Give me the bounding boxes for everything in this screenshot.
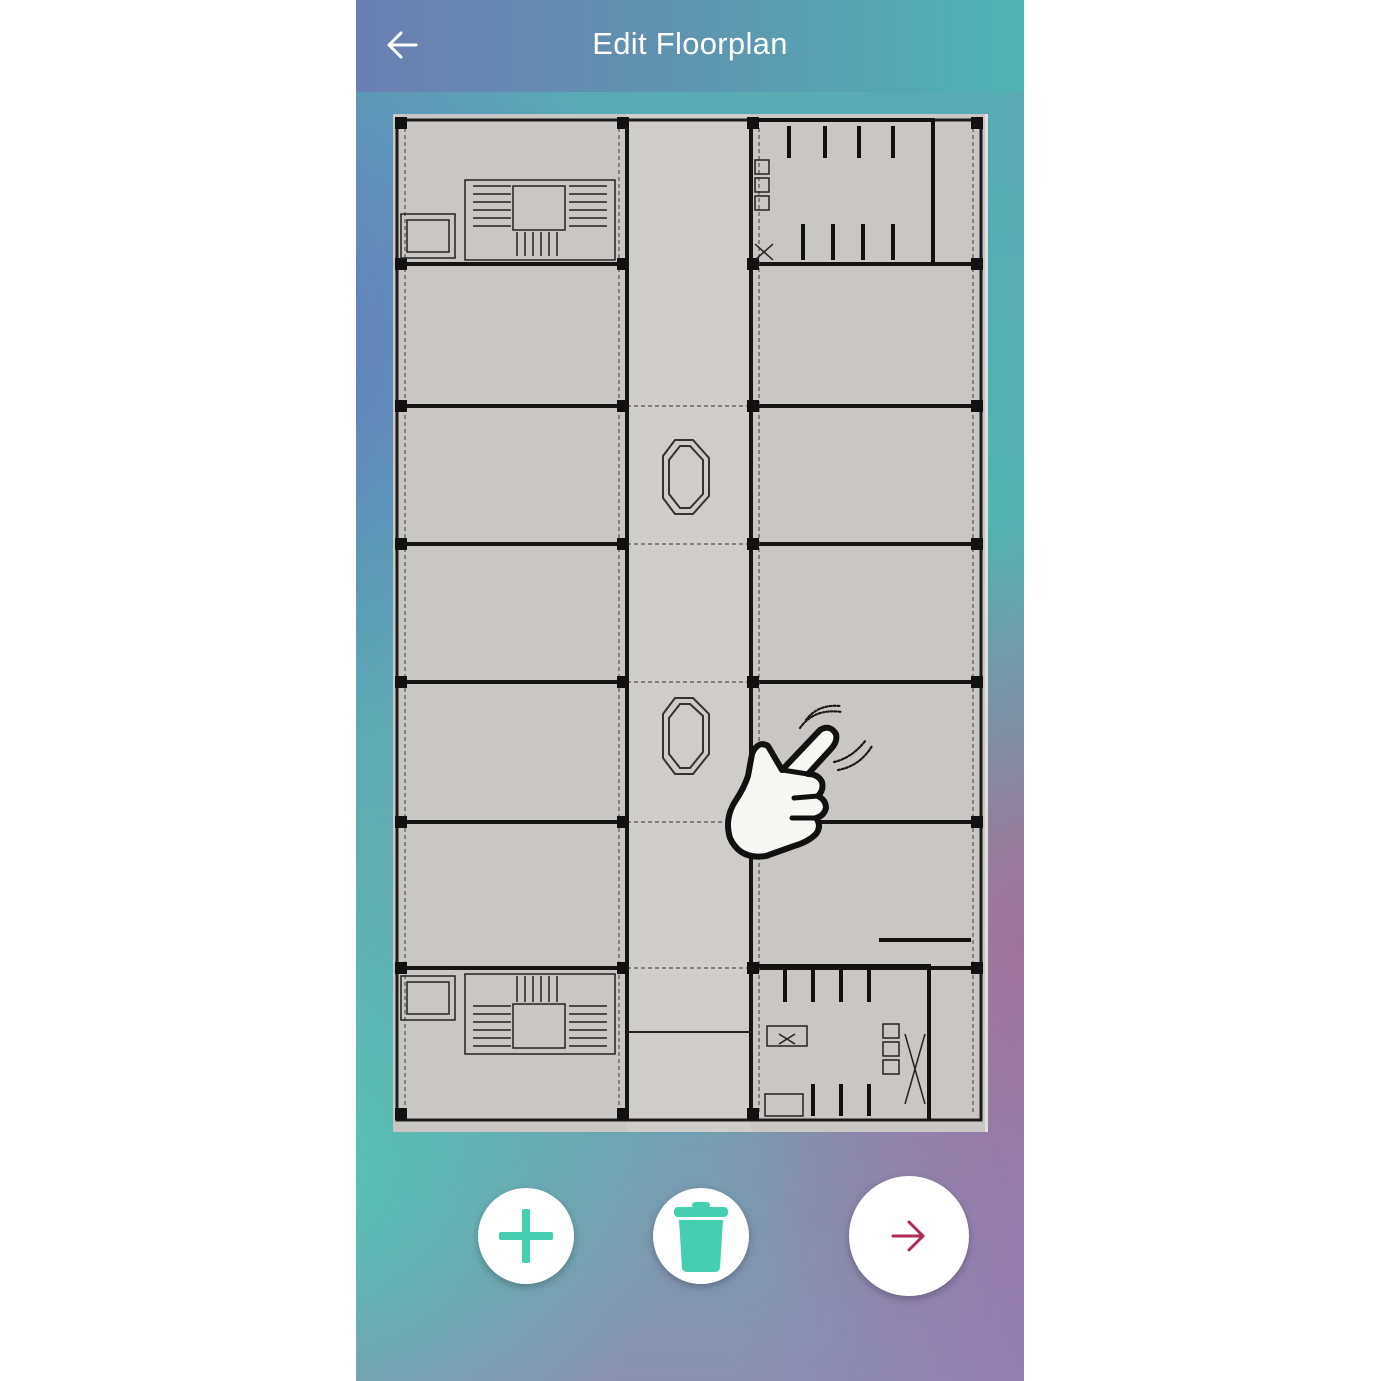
page-title: Edit Floorplan [592, 26, 788, 61]
delete-button[interactable] [653, 1188, 749, 1284]
app-bar: Edit Floorplan [356, 0, 1024, 92]
arrow-right-icon [891, 1220, 925, 1252]
add-button[interactable] [478, 1188, 574, 1284]
next-button[interactable] [849, 1176, 969, 1296]
app-screen: Edit Floorplan [356, 0, 1024, 1381]
plus-icon [499, 1209, 553, 1263]
tap-hand-icon [725, 704, 874, 860]
trash-icon [674, 1202, 728, 1272]
floorplan-image[interactable] [393, 114, 988, 1132]
